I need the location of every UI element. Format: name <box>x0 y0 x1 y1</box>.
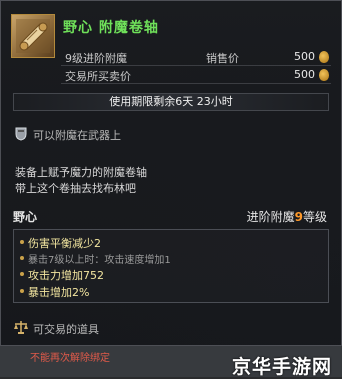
enchant-level-label: 9级进阶附魔 <box>65 52 127 65</box>
description-line: 带上这个卷抽去找布林吧 <box>15 182 136 195</box>
weapon-enchant-text: 可以附魔在武器上 <box>33 129 121 142</box>
site-watermark: 京华手游网 <box>231 356 332 378</box>
enchant-grade: 进阶附魔9等级 <box>247 208 327 225</box>
enchant-header: 野心 进阶附魔9等级 <box>13 206 329 224</box>
bullet-icon <box>20 289 24 293</box>
item-tooltip: 野心 附魔卷轴 9级进阶附魔 销售价 500 交易所买卖价 500 使用期限剩余… <box>0 0 342 346</box>
description-line: 装备上赋予魔力的附魔卷轴 <box>15 166 147 179</box>
scroll-icon <box>11 14 55 58</box>
enchant-grade-prefix: 进阶附魔 <box>246 210 295 224</box>
armor-icon <box>13 125 29 141</box>
enchant-grade-suffix: 等级 <box>302 210 327 224</box>
enchant-stats-box: 伤害平衡减少2 暴击7级以上时：攻击速度增加1 攻击力增加752 暴击增加2% <box>13 229 329 303</box>
no-rebind-warning: 不能再次解除绑定 <box>30 353 110 364</box>
exchange-price-label: 交易所买卖价 <box>65 70 131 83</box>
price-row-exchange: 交易所买卖价 500 <box>61 67 331 84</box>
bullet-icon <box>20 240 24 244</box>
sell-price-value: 500 <box>294 50 315 63</box>
coin-icon <box>319 51 329 63</box>
bullet-icon <box>20 256 24 260</box>
bullet-icon <box>20 272 24 276</box>
item-description: 装备上赋予魔力的附魔卷轴 带上这个卷抽去找布林吧 <box>15 165 315 197</box>
scales-icon <box>13 319 29 335</box>
expiration-bar: 使用期限剩余6天 23小时 <box>13 93 329 111</box>
exchange-price-value: 500 <box>294 68 315 81</box>
enchant-grade-number: 9 <box>294 210 303 224</box>
enchant-name: 野心 <box>13 210 38 224</box>
tradeable-text: 可交易的道具 <box>33 323 99 336</box>
item-title: 野心 附魔卷轴 <box>63 20 159 36</box>
sell-price-label: 销售价 <box>206 52 239 65</box>
price-row-sell: 9级进阶附魔 销售价 500 <box>61 49 331 66</box>
coin-icon <box>319 69 329 81</box>
